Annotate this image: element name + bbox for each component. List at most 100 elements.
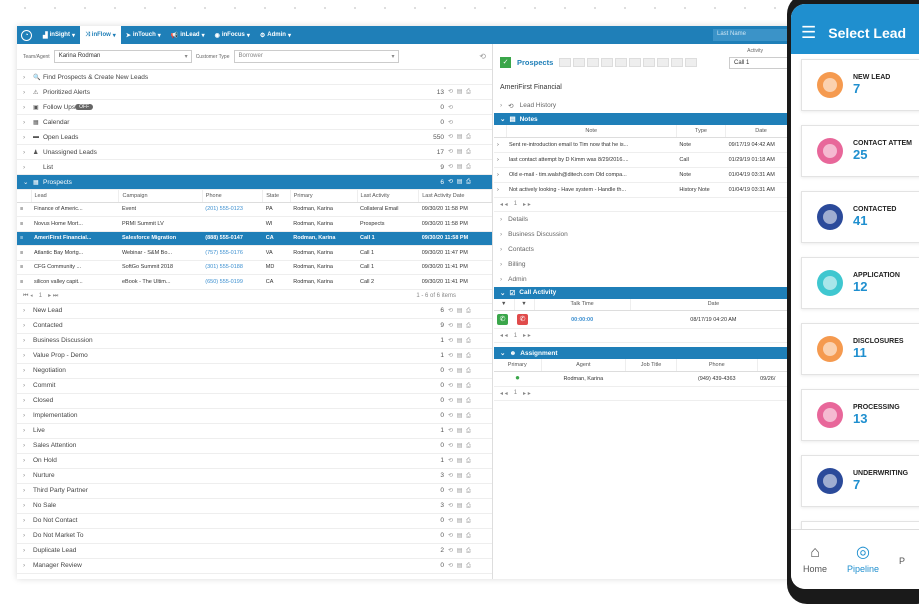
left-row[interactable]: › 🔍 Find Prospects & Create New Leads <box>17 70 492 85</box>
tab-home[interactable]: ⌂ Home <box>803 545 827 575</box>
pager-prev-icon[interactable]: ◂ ◂ <box>500 390 508 397</box>
table-row[interactable]: ≡ CFG Community ... SoftGo Summit 2018 (301… <box>17 260 492 275</box>
expand-icon[interactable]: › <box>494 152 506 168</box>
row-actions-icon[interactable]: ⟲ ▤ ⎙ <box>448 427 486 435</box>
table-row[interactable]: ≡ Novus Home Mort... PRMI Summit LV WI Rodma… <box>17 216 492 232</box>
phone-icon[interactable]: ✆ <box>497 314 508 325</box>
row-menu-icon[interactable]: ≡ <box>17 245 31 261</box>
team-select[interactable]: Karina Rodman <box>53 50 192 63</box>
stage-row[interactable]: › Commit 0 ⟲ ▤ ⎙ <box>17 379 492 394</box>
filter-icon[interactable]: ▼ <box>514 298 535 311</box>
stage-row[interactable]: › Third Party Partner 0 ⟲ ▤ ⎙ <box>17 484 492 499</box>
stage-row[interactable]: › Implementation 0 ⟲ ▤ ⎙ <box>17 409 492 424</box>
left-row[interactable]: › List 9 ⟲ ▤ ⎙ <box>17 160 492 175</box>
stage-row[interactable]: › Closed 0 ⟲ ▤ ⎙ <box>17 394 492 409</box>
left-row[interactable]: › ▬ Open Leads 550 ⟲ ▤ ⎙ <box>17 130 492 145</box>
pager-prev-icon[interactable]: ⏮ ◂ <box>23 293 33 300</box>
row-menu-icon[interactable]: ≡ <box>17 216 31 232</box>
row-actions-icon[interactable]: ⟲ ▤ ⎙ <box>448 487 486 495</box>
customer-type-select[interactable]: Borrower <box>233 50 399 63</box>
column-header[interactable]: Lead <box>31 190 120 203</box>
row-actions-icon[interactable]: ⟲ ▤ ⎙ <box>448 532 486 540</box>
column-header[interactable]: Last Activity Date <box>418 190 492 203</box>
filter-icon[interactable]: ▼ <box>494 298 515 311</box>
row-actions-icon[interactable]: ⟲ ▤ ⎙ <box>448 412 486 420</box>
row-actions-icon[interactable]: ⟲ ▤ ⎙ <box>448 163 486 171</box>
pager-next-icon[interactable]: ▸ ▸ <box>523 201 531 208</box>
activity-select[interactable]: Call 1 <box>729 57 789 69</box>
left-row[interactable]: › ▣ Follow Ups OFF 0 ⟲ <box>17 100 492 115</box>
nav-item-infocus[interactable]: ◉ inFocus ▾ <box>210 26 255 44</box>
hangup-icon[interactable]: ✆ <box>517 314 528 325</box>
table-row[interactable]: ≡ Atlantic Bay Mortg... Webinar - S&M Bo..… <box>17 245 492 261</box>
stage-row[interactable]: › Nurture 3 ⟲ ▤ ⎙ <box>17 469 492 484</box>
tab-pipeline[interactable]: ◎ Pipeline <box>847 545 879 575</box>
table-row[interactable]: ≡ silicon valley capit... eBook - The Ulti… <box>17 274 492 290</box>
pipeline-card[interactable]: DISCLOSURES 11 <box>801 323 919 375</box>
row-actions-icon[interactable]: ⟲ ▤ ⎙ <box>448 337 486 345</box>
lead-history-row[interactable]: › ⟲ Lead History <box>494 98 797 113</box>
expand-icon[interactable]: › <box>494 167 506 183</box>
stage-row[interactable]: › Do Not Contact 0 ⟲ ▤ ⎙ <box>17 514 492 529</box>
pipeline-card[interactable]: CONTACTED 41 <box>801 191 919 243</box>
row-actions-icon[interactable]: ⟲ ▤ ⎙ <box>448 133 486 141</box>
nav-item-insight[interactable]: ▟ inSight ▾ <box>38 26 80 44</box>
prospects-row[interactable]: ⌄ ▦ Prospects 6 ⟲ ▤ ⎙ <box>17 175 492 190</box>
detail-section-row[interactable]: › Admin <box>494 272 797 287</box>
stage-row[interactable]: › No Sale 3 ⟲ ▤ ⎙ <box>17 499 492 514</box>
nav-item-intouch[interactable]: ➤ inTouch ▾ <box>121 26 166 44</box>
pager-next-icon[interactable]: ▸ ⏭ <box>48 292 58 300</box>
pipeline-card[interactable]: PROCESSING 13 <box>801 389 919 441</box>
column-header[interactable]: State <box>262 190 291 203</box>
table-row[interactable]: › last contact attempt by D Kimm was 8/29… <box>494 152 797 168</box>
nav-item-inlead[interactable]: 📢 inLead ▾ <box>166 26 210 44</box>
detail-section-row[interactable]: › Details <box>494 212 797 227</box>
row-menu-icon[interactable]: ≡ <box>17 202 31 217</box>
left-row[interactable]: › ♟ Unassigned Leads 17 ⟲ ▤ ⎙ <box>17 145 492 160</box>
table-row[interactable]: › Sent re-introduction email to Tim now t… <box>494 137 797 153</box>
row-menu-icon[interactable]: ≡ <box>17 231 31 246</box>
column-header[interactable]: Last Activity <box>357 190 420 203</box>
row-actions-icon[interactable]: ⟲ ▤ ⎙ <box>448 397 486 405</box>
row-actions-icon[interactable]: ⟲ ▤ ⎙ <box>448 148 486 156</box>
row-actions-icon[interactable]: ⟲ ▤ ⎙ <box>448 307 486 315</box>
pager-page[interactable]: 1 <box>39 293 42 299</box>
row-menu-icon[interactable]: ≡ <box>17 274 31 290</box>
hamburger-menu-icon[interactable]: ☰ <box>801 23 816 43</box>
call-cell[interactable]: ✆ <box>494 310 514 329</box>
row-actions-icon[interactable]: ⟲ ▤ ⎙ <box>448 457 486 465</box>
table-row[interactable]: ≡ Finance of Americ... Event (201) 555-0123… <box>17 202 492 217</box>
notes-column-header[interactable]: Note <box>506 125 677 138</box>
stage-row[interactable]: › Contacted 9 ⟲ ▤ ⎙ <box>17 319 492 334</box>
notes-column-header[interactable]: Date <box>725 125 797 138</box>
stage-row[interactable]: › Business Discussion 1 ⟲ ▤ ⎙ <box>17 334 492 349</box>
row-actions-icon[interactable]: ⟲ <box>448 119 486 126</box>
row-actions-icon[interactable]: ⟲ ▤ ⎙ <box>448 88 486 96</box>
pager-page[interactable]: 1 <box>514 201 517 207</box>
notes-column-header[interactable]: Type <box>676 125 727 138</box>
row-actions-icon[interactable]: ⟲ <box>448 104 486 111</box>
expand-icon[interactable]: › <box>494 182 506 198</box>
row-actions-icon[interactable]: ⟲ ▤ ⎙ <box>448 322 486 330</box>
row-actions-icon[interactable]: ⟲ ▤ ⎙ <box>448 517 486 525</box>
call-cell[interactable]: ✆ <box>514 310 534 329</box>
table-row[interactable]: › Old e-mail - tim.walsh@ditech.com Old c… <box>494 167 797 183</box>
stage-row[interactable]: › Duplicate Lead 2 ⟲ ▤ ⎙ <box>17 544 492 559</box>
pipeline-card[interactable]: UNDERWRITING 7 <box>801 455 919 507</box>
pipeline-card[interactable]: CONTACT ATTEM 25 <box>801 125 919 177</box>
stage-row[interactable]: › Sales Attention 0 ⟲ ▤ ⎙ <box>17 439 492 454</box>
pager-page[interactable]: 1 <box>514 390 517 396</box>
detail-section-row[interactable]: › Contacts <box>494 242 797 257</box>
row-actions-icon[interactable]: ⟲ ▤ ⎙ <box>448 562 486 570</box>
stage-row[interactable]: › New Lead 6 ⟲ ▤ ⎙ <box>17 304 492 319</box>
row-actions-icon[interactable]: ⟲ ▤ ⎙ <box>448 382 486 390</box>
table-row[interactable]: ≡ AmeriFirst Financial... Salesforce Migra… <box>17 231 492 246</box>
call-activity-header[interactable]: ⌄ ☑ Call Activity <box>494 286 797 299</box>
row-actions-icon[interactable]: ⟲ ▤ ⎙ <box>448 547 486 555</box>
expand-icon[interactable]: › <box>494 137 506 153</box>
detail-section-row[interactable]: › Billing <box>494 257 797 272</box>
stage-row[interactable]: › Do Not Market To 0 ⟲ ▤ ⎙ <box>17 529 492 544</box>
row-actions-icon[interactable]: ⟲ ▤ ⎙ <box>448 442 486 450</box>
detail-section-row[interactable]: › Business Discussion <box>494 227 797 242</box>
row-actions-icon[interactable]: ⟲ ▤ ⎙ <box>448 367 486 375</box>
